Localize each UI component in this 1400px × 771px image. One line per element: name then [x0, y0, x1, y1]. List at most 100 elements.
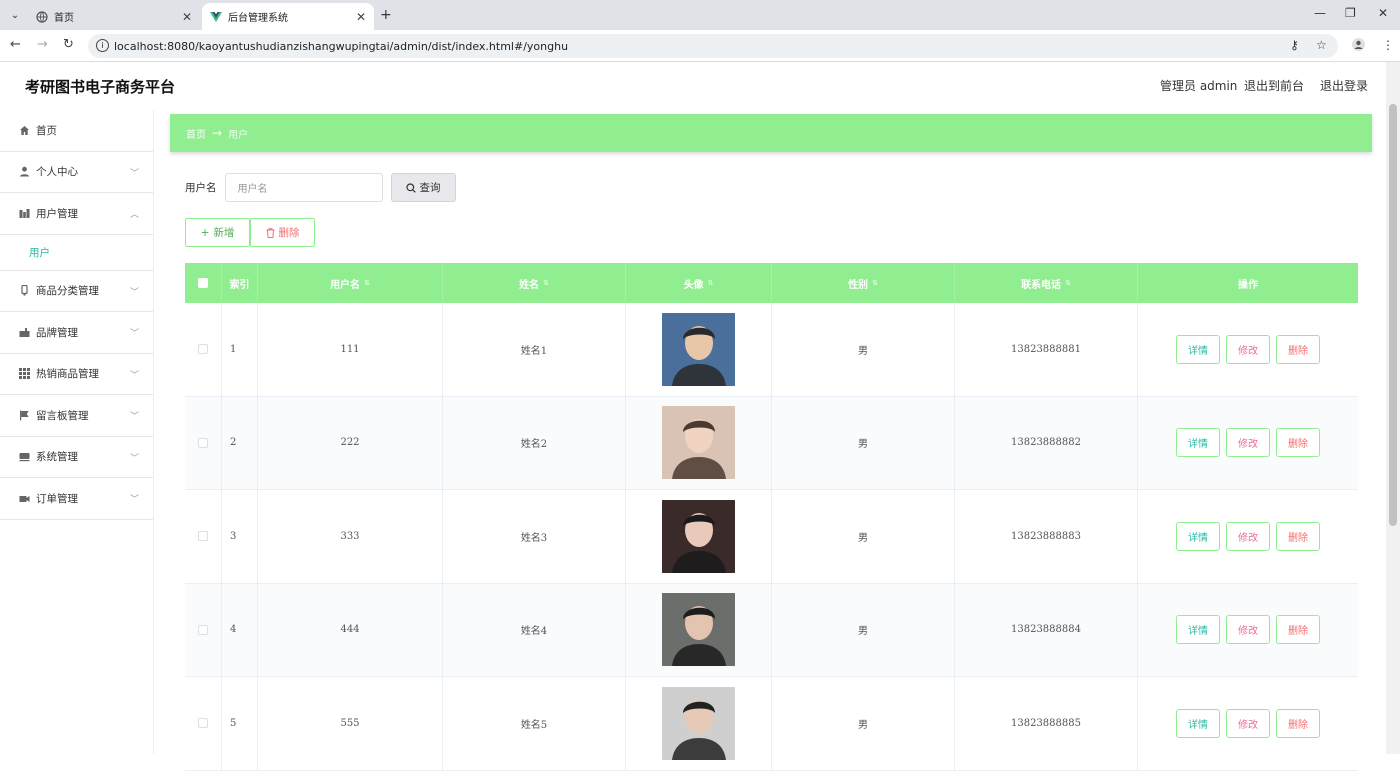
- sidebar-item-order-management[interactable]: 订单管理 ﹀: [0, 478, 153, 520]
- sidebar-item-home[interactable]: 首页: [0, 110, 153, 152]
- close-tab-icon[interactable]: ✕: [356, 10, 366, 24]
- chevron-down-icon: ﹀: [129, 453, 139, 464]
- detail-button[interactable]: 详情: [1176, 708, 1220, 738]
- sidebar-item-category-management[interactable]: 商品分类管理 ﹀: [0, 271, 153, 312]
- detail-button[interactable]: 详情: [1176, 334, 1220, 364]
- edit-button[interactable]: 修改: [1226, 708, 1270, 738]
- cell-username: 444: [258, 583, 443, 676]
- back-icon[interactable]: ←: [10, 37, 21, 52]
- avatar: [662, 312, 735, 386]
- sidebar-item-label: 热销商品管理: [36, 368, 99, 381]
- header-phone[interactable]: 联系电话 ⇅: [955, 263, 1138, 303]
- add-button[interactable]: + 新增: [185, 218, 250, 247]
- close-tab-icon[interactable]: ✕: [182, 10, 192, 24]
- scrollbar-thumb[interactable]: [1389, 104, 1397, 526]
- cell-phone: 13823888881: [955, 303, 1138, 396]
- sidebar-item-hot-products[interactable]: 热销商品管理 ﹀: [0, 354, 153, 395]
- row-checkbox[interactable]: [185, 583, 222, 676]
- close-window-icon[interactable]: ✕: [1378, 6, 1388, 20]
- header-index: 索引: [222, 263, 258, 303]
- restore-icon[interactable]: ❐: [1345, 6, 1356, 20]
- user-icon: [18, 166, 30, 178]
- tab-search-icon[interactable]: ⌄: [6, 6, 24, 24]
- cell-phone: 13823888883: [955, 490, 1138, 583]
- avatar: [662, 406, 735, 480]
- header-username[interactable]: 用户名 ⇅: [258, 263, 443, 303]
- breadcrumb-current: 用户: [228, 129, 249, 141]
- users-icon: [18, 207, 30, 219]
- chevron-down-icon: ﹀: [129, 370, 139, 381]
- chevron-down-icon: ﹀: [129, 168, 139, 179]
- sidebar-item-message-board[interactable]: 留言板管理 ﹀: [0, 395, 153, 437]
- sidebar-item-system-management[interactable]: 系统管理 ﹀: [0, 437, 153, 478]
- detail-button[interactable]: 详情: [1176, 428, 1220, 458]
- detail-button[interactable]: 详情: [1176, 615, 1220, 645]
- trash-icon: [266, 227, 275, 238]
- edit-button[interactable]: 修改: [1226, 334, 1270, 364]
- header-name[interactable]: 姓名 ⇅: [443, 263, 626, 303]
- batch-delete-button[interactable]: 删除: [250, 218, 315, 247]
- sidebar-item-label: 商品分类管理: [36, 285, 99, 298]
- username-search-input[interactable]: 用户名: [224, 173, 383, 202]
- chevron-down-icon: ﹀: [129, 495, 139, 505]
- browser-tab-home[interactable]: 首页 ✕: [28, 3, 200, 30]
- row-checkbox[interactable]: [185, 677, 222, 770]
- sort-icon[interactable]: ⇅: [872, 279, 878, 287]
- page-scrollbar[interactable]: [1386, 62, 1400, 754]
- system-icon: [18, 451, 30, 463]
- query-button[interactable]: 查询: [390, 173, 456, 202]
- delete-row-button[interactable]: 删除: [1276, 521, 1320, 551]
- table-row: 3 333 姓名3 男 13823888883 详情 修改 删除: [185, 490, 1358, 584]
- sidebar-subitem-user[interactable]: 用户: [0, 235, 153, 271]
- sidebar-item-label: 系统管理: [36, 451, 78, 464]
- grid-icon: [18, 368, 30, 380]
- sort-icon[interactable]: ⇅: [364, 279, 370, 287]
- sort-icon[interactable]: ⇅: [708, 279, 714, 287]
- cell-phone: 13823888885: [955, 677, 1138, 770]
- add-button-label: 新增: [213, 227, 235, 239]
- edit-button[interactable]: 修改: [1226, 615, 1270, 645]
- header-gender[interactable]: 性别 ⇅: [772, 263, 955, 303]
- row-checkbox[interactable]: [185, 303, 222, 396]
- delete-row-button[interactable]: 删除: [1276, 708, 1320, 738]
- order-icon: [18, 492, 30, 504]
- site-info-icon[interactable]: i: [96, 39, 109, 52]
- minimize-icon[interactable]: —: [1314, 6, 1326, 20]
- cell-gender: 男: [772, 396, 955, 489]
- cell-avatar: [626, 303, 772, 396]
- row-checkbox[interactable]: [185, 490, 222, 583]
- star-icon[interactable]: ☆: [1316, 38, 1327, 52]
- delete-row-button[interactable]: 删除: [1276, 428, 1320, 458]
- sort-icon[interactable]: ⇅: [543, 279, 549, 287]
- cell-index: 3: [222, 490, 258, 583]
- detail-button[interactable]: 详情: [1176, 521, 1220, 551]
- profile-icon[interactable]: [1352, 38, 1365, 54]
- more-menu-icon[interactable]: ⋮: [1382, 38, 1394, 52]
- reload-icon[interactable]: ↻: [63, 37, 74, 52]
- edit-button[interactable]: 修改: [1226, 521, 1270, 551]
- browser-tab-admin[interactable]: 后台管理系统 ✕: [202, 3, 374, 30]
- header-avatar[interactable]: 头像 ⇅: [626, 263, 772, 303]
- select-all-checkbox[interactable]: [185, 263, 222, 303]
- sidebar-item-label: 留言板管理: [36, 409, 89, 422]
- chevron-down-icon: ﹀: [129, 329, 139, 339]
- sidebar-item-brand-management[interactable]: 品牌管理 ﹀: [0, 312, 153, 354]
- sidebar-item-profile[interactable]: 个人中心 ﹀: [0, 152, 153, 193]
- tab-title: 首页: [54, 13, 74, 24]
- breadcrumb-home[interactable]: 首页: [186, 126, 206, 141]
- back-to-front-link[interactable]: 退出到前台: [1244, 77, 1304, 94]
- delete-row-button[interactable]: 删除: [1276, 615, 1320, 645]
- key-icon[interactable]: ⚷: [1290, 38, 1299, 52]
- table-header: 索引 用户名 ⇅ 姓名 ⇅ 头像 ⇅ 性别 ⇅ 联系电话 ⇅ 操作: [185, 263, 1358, 303]
- sidebar-item-user-management[interactable]: 用户管理 ︿: [0, 193, 153, 235]
- new-tab-button[interactable]: +: [380, 7, 392, 23]
- url-input[interactable]: i localhost:8080/kaoyantushudianzishangw…: [88, 34, 1338, 58]
- edit-button[interactable]: 修改: [1226, 428, 1270, 458]
- logout-link[interactable]: 退出登录: [1320, 77, 1368, 94]
- row-checkbox[interactable]: [185, 396, 222, 489]
- forward-icon[interactable]: →: [37, 37, 48, 52]
- header-label: 用户名: [330, 279, 361, 291]
- cell-gender: 男: [772, 583, 955, 676]
- delete-row-button[interactable]: 删除: [1276, 334, 1320, 364]
- sort-icon[interactable]: ⇅: [1065, 279, 1071, 287]
